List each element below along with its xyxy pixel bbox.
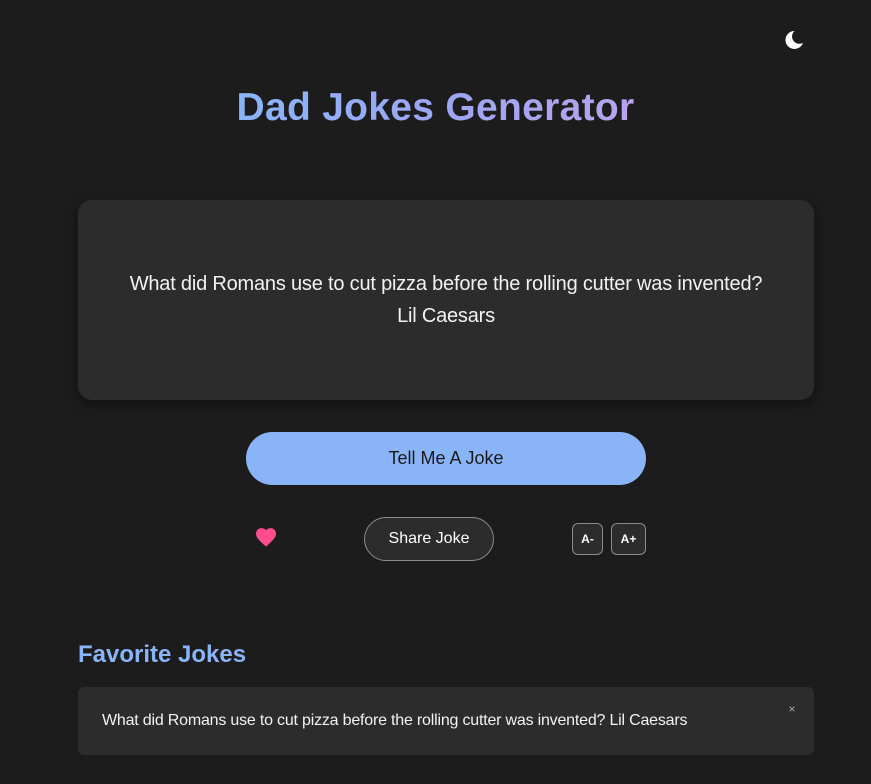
font-increase-button[interactable]: A+: [611, 523, 646, 555]
heart-icon: [255, 527, 277, 552]
tell-joke-button[interactable]: Tell Me A Joke: [246, 432, 646, 485]
share-joke-button[interactable]: Share Joke: [364, 517, 494, 561]
favorites-heading: Favorite Jokes: [78, 641, 247, 668]
page: Dad Jokes Generator What did Romans use …: [0, 0, 871, 784]
page-title: Dad Jokes Generator: [0, 86, 871, 130]
joke-card: What did Romans use to cut pizza before …: [78, 200, 814, 400]
font-decrease-button[interactable]: A-: [572, 523, 603, 555]
moon-icon: [783, 29, 805, 56]
favorite-joke-text: What did Romans use to cut pizza before …: [102, 712, 688, 729]
joke-question: What did Romans use to cut pizza before …: [129, 273, 763, 295]
remove-favorite-button[interactable]: ×: [784, 701, 800, 717]
theme-toggle-button[interactable]: [780, 28, 808, 56]
favorite-joke-item: What did Romans use to cut pizza before …: [78, 687, 814, 755]
joke-answer: Lil Caesars: [397, 305, 495, 327]
favorite-button[interactable]: [254, 527, 278, 552]
page-title-text: Dad Jokes Generator: [236, 86, 635, 129]
